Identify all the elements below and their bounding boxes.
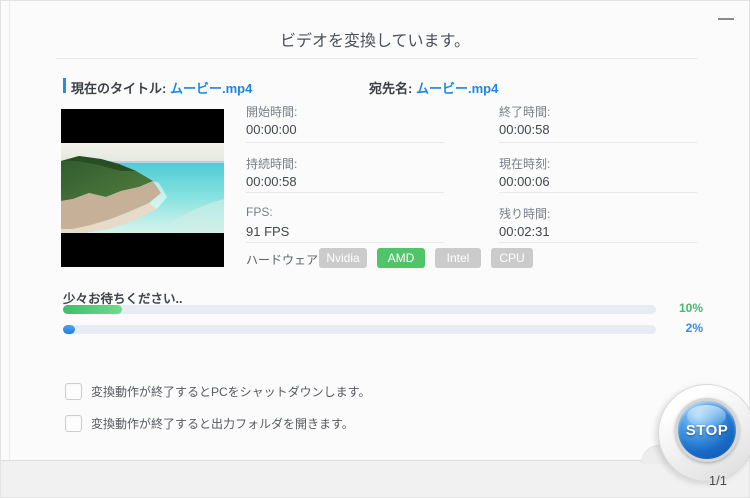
end-time-label: 終了時間: bbox=[499, 105, 551, 119]
remaining-time-value: 00:02:31 bbox=[499, 224, 550, 239]
hardware-badge-intel[interactable]: Intel bbox=[435, 248, 481, 268]
window-edge-line bbox=[9, 1, 10, 461]
remaining-time-label: 残り時間: bbox=[499, 207, 551, 221]
video-preview-thumbnail bbox=[61, 109, 224, 267]
hardware-badge-nvidia[interactable]: Nvidia bbox=[319, 248, 367, 268]
accent-bar bbox=[63, 78, 66, 93]
current-title-label: 現在のタイトル: bbox=[71, 81, 167, 96]
dialog-title: ビデオを変換しています。 bbox=[280, 33, 470, 50]
duration-label: 持続時間: bbox=[246, 157, 298, 171]
open-folder-option[interactable]: 変換動作が終了すると出力フォルダを開きます。 bbox=[65, 415, 354, 432]
end-time-value: 00:00:58 bbox=[499, 122, 550, 137]
total-progress-fill bbox=[63, 305, 123, 314]
current-progress-bar bbox=[63, 325, 656, 334]
page-indicator: 1/1 bbox=[708, 473, 727, 488]
footer-bar bbox=[1, 460, 749, 497]
fps-value: 91 FPS bbox=[246, 224, 290, 239]
current-time-label: 現在時刻: bbox=[499, 157, 551, 171]
convert-dialog: ビデオを変換しています。 現在のタイトル: ムービー.mp4 宛先名: ムービー… bbox=[0, 0, 750, 498]
current-title-row: 現在のタイトル: ムービー.mp4 bbox=[71, 78, 252, 97]
header-divider bbox=[56, 58, 697, 59]
current-progress-percent: 2% bbox=[685, 321, 703, 335]
minimize-icon bbox=[718, 18, 734, 20]
destination-filename: ムービー.mp4 bbox=[415, 81, 499, 96]
fps-label: FPS: bbox=[246, 205, 273, 219]
current-time-value: 00:00:06 bbox=[499, 174, 550, 189]
start-time-value: 00:00:00 bbox=[246, 122, 297, 137]
start-time-label: 開始時間: bbox=[246, 105, 298, 119]
total-progress-bar bbox=[63, 305, 656, 314]
stop-button-label: STOP bbox=[685, 421, 729, 439]
open-folder-checkbox[interactable] bbox=[65, 415, 82, 432]
current-progress-fill bbox=[63, 325, 75, 334]
open-folder-label: 変換動作が終了すると出力フォルダを開きます。 bbox=[91, 417, 354, 431]
hardware-badge-amd[interactable]: AMD bbox=[377, 248, 425, 268]
shutdown-pc-option[interactable]: 変換動作が終了するとPCをシャットダウンします。 bbox=[65, 383, 370, 400]
hardware-label: ハードウェア: bbox=[246, 253, 322, 267]
field-underline bbox=[499, 242, 697, 243]
duration-value: 00:00:58 bbox=[246, 174, 297, 189]
destination-row: 宛先名: ムービー.mp4 bbox=[369, 78, 498, 97]
current-title-filename: ムービー.mp4 bbox=[169, 81, 253, 96]
hardware-badge-cpu[interactable]: CPU bbox=[491, 248, 533, 268]
total-progress-percent: 10% bbox=[678, 301, 703, 315]
minimize-button[interactable] bbox=[709, 5, 743, 25]
coast-scene-image bbox=[61, 109, 224, 267]
field-underline bbox=[246, 142, 444, 143]
destination-label: 宛先名: bbox=[369, 81, 413, 96]
stop-button[interactable]: STOP bbox=[675, 398, 739, 462]
field-underline bbox=[499, 192, 697, 193]
field-underline bbox=[499, 142, 697, 143]
field-underline bbox=[246, 192, 444, 193]
shutdown-pc-checkbox[interactable] bbox=[65, 383, 82, 400]
shutdown-pc-label: 変換動作が終了するとPCをシャットダウンします。 bbox=[91, 385, 371, 399]
field-underline bbox=[246, 242, 444, 243]
